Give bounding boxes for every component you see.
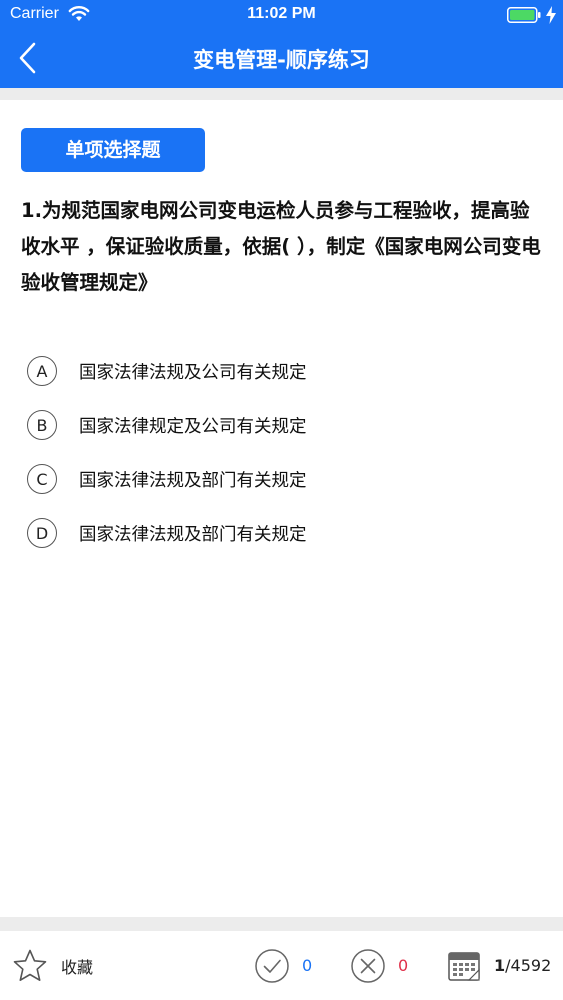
option-c[interactable]: C 国家法律法规及部门有关规定	[27, 452, 547, 506]
top-divider	[0, 88, 563, 100]
option-letter: A	[27, 356, 57, 386]
status-bar: Carrier 11:02 PM	[0, 0, 563, 30]
answer-options: A 国家法律法规及公司有关规定 B 国家法律规定及公司有关规定 C 国家法律法规…	[27, 344, 547, 560]
current-index: 1	[494, 956, 506, 975]
calendar-grid-icon	[448, 951, 480, 981]
option-letter: B	[27, 410, 57, 440]
progress-text: 1/4592	[494, 956, 551, 975]
status-time: 11:02 PM	[247, 5, 316, 22]
wrong-count: 0	[398, 956, 409, 975]
navigation-bar: 变电管理-顺序练习	[0, 30, 563, 88]
favorite-label: 收藏	[61, 957, 94, 977]
charging-bolt-icon	[546, 6, 556, 24]
question-index-button[interactable]: 1/4592	[447, 931, 551, 1000]
wrong-counter: 0	[350, 931, 408, 1000]
option-text: 国家法律法规及部门有关规定	[79, 470, 307, 491]
option-a[interactable]: A 国家法律法规及公司有关规定	[27, 344, 547, 398]
x-circle-icon	[351, 948, 385, 983]
favorite-button[interactable]: 收藏	[12, 931, 93, 1000]
option-letter: D	[27, 518, 57, 548]
total-count: /4592	[505, 956, 552, 975]
top-bar: Carrier 11:02 PM 变电管理-顺序练习	[0, 0, 563, 88]
option-d[interactable]: D 国家法律法规及部门有关规定	[27, 506, 547, 560]
bottom-divider	[0, 917, 563, 931]
question-text: 1.为规范国家电网公司变电运检人员参与工程验收，提高验收水平 ，保证验收质量，依…	[21, 199, 541, 294]
option-text: 国家法律法规及部门有关规定	[79, 524, 307, 545]
check-circle-icon	[255, 948, 289, 983]
page-title: 变电管理-顺序练习	[193, 48, 370, 72]
battery-icon	[507, 7, 541, 23]
question-type-badge: 单项选择题	[21, 128, 205, 172]
option-b[interactable]: B 国家法律规定及公司有关规定	[27, 398, 547, 452]
correct-counter: 0	[254, 931, 312, 1000]
option-text: 国家法律法规及公司有关规定	[79, 362, 307, 383]
star-icon	[13, 949, 47, 981]
option-letter: C	[27, 464, 57, 494]
correct-count: 0	[302, 956, 313, 975]
option-text: 国家法律规定及公司有关规定	[79, 416, 307, 437]
bottom-toolbar: 收藏 0 0 1/4592	[0, 931, 563, 1000]
